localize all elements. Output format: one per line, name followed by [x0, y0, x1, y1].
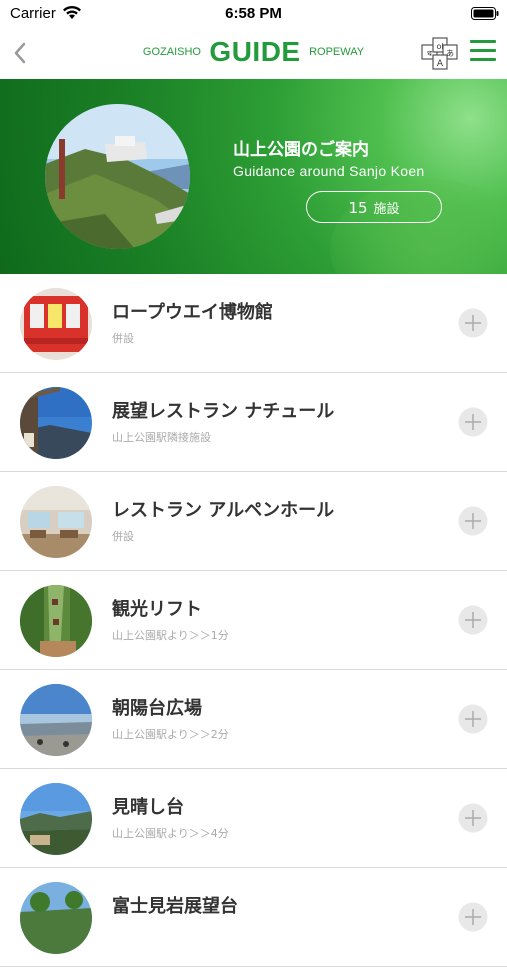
expand-plus-icon[interactable] — [458, 902, 488, 932]
svg-text:あ: あ — [446, 49, 454, 58]
facility-item-ropeway-museum[interactable]: ロープウエイ博物館 併設 — [0, 274, 507, 373]
sanjo-koen-photo — [45, 104, 190, 249]
facility-item-restaurant-alpen-hall[interactable]: レストラン アルペンホール 併設 — [0, 472, 507, 571]
facility-name: 富士見岩展望台 — [112, 896, 238, 917]
ropeway-museum-thumbnail — [20, 288, 92, 360]
expand-plus-icon[interactable] — [458, 308, 488, 338]
choyodai-plaza-thumbnail — [20, 684, 92, 756]
hamburger-menu-icon[interactable] — [470, 40, 496, 62]
facility-name: 見晴し台 — [112, 797, 184, 818]
facility-description: 山上公園駅より＞＞4分 — [112, 827, 229, 840]
facility-name: 朝陽台広場 — [112, 698, 202, 719]
restaurant-nature-thumbnail — [20, 387, 92, 459]
facility-item-fujimiiwa-lookout[interactable]: 富士見岩展望台 — [0, 868, 507, 967]
facility-name: ロープウエイ博物館 — [112, 302, 273, 323]
battery-icon — [471, 7, 499, 20]
fujimiiwa-lookout-thumbnail — [20, 882, 92, 954]
facility-name: 展望レストラン ナチュール — [112, 401, 335, 422]
facility-name: 観光リフト — [112, 599, 202, 620]
facility-description: 併設 — [112, 530, 134, 543]
facility-count: 15 — [348, 199, 368, 217]
status-bar: Carrier 6:58 PM — [0, 0, 507, 28]
facility-description: 山上公園駅隣接施設 — [112, 431, 211, 444]
language-switch-icon[interactable]: ol あ ध A — [421, 36, 459, 70]
sightseeing-lift-thumbnail — [20, 585, 92, 657]
facility-item-restaurant-nature[interactable]: 展望レストラン ナチュール 山上公園駅隣接施設 — [0, 373, 507, 472]
status-time: 6:58 PM — [225, 5, 282, 22]
navigation-bar: GOZAISHO GUIDE ROPEWAY ol あ ध A — [0, 28, 507, 79]
facility-name: レストラン アルペンホール — [112, 500, 335, 521]
logo-main-text: GUIDE — [209, 36, 301, 67]
facility-item-miharashidai[interactable]: 見晴し台 山上公園駅より＞＞4分 — [0, 769, 507, 868]
expand-plus-icon[interactable] — [458, 803, 488, 833]
logo-right-text: ROPEWAY — [309, 46, 365, 58]
miharashidai-thumbnail — [20, 783, 92, 855]
facility-count-unit: 施設 — [373, 202, 400, 217]
hero-title: 山上公園のご案内 — [233, 140, 369, 160]
svg-text:ol: ol — [436, 42, 443, 51]
hero-subtitle: Guidance around Sanjo Koen — [233, 163, 425, 179]
facility-description: 併設 — [112, 332, 134, 345]
expand-plus-icon[interactable] — [458, 605, 488, 635]
facility-item-choyodai-plaza[interactable]: 朝陽台広場 山上公園駅より＞＞2分 — [0, 670, 507, 769]
hero-banner: 山上公園のご案内 Guidance around Sanjo Koen 15 施設 — [0, 79, 507, 274]
facility-count-badge: 15 施設 — [306, 191, 442, 223]
restaurant-alpen-hall-thumbnail — [20, 486, 92, 558]
expand-plus-icon[interactable] — [458, 407, 488, 437]
expand-plus-icon[interactable] — [458, 506, 488, 536]
svg-text:A: A — [437, 59, 444, 69]
expand-plus-icon[interactable] — [458, 704, 488, 734]
facility-description: 山上公園駅より＞＞1分 — [112, 629, 229, 642]
facility-list: ロープウエイ博物館 併設 展望レストラン ナチュール 山上公園駅隣接施設 レスト… — [0, 274, 507, 967]
facility-item-sightseeing-lift[interactable]: 観光リフト 山上公園駅より＞＞1分 — [0, 571, 507, 670]
logo-left-text: GOZAISHO — [142, 46, 201, 58]
facility-description: 山上公園駅より＞＞2分 — [112, 728, 229, 741]
